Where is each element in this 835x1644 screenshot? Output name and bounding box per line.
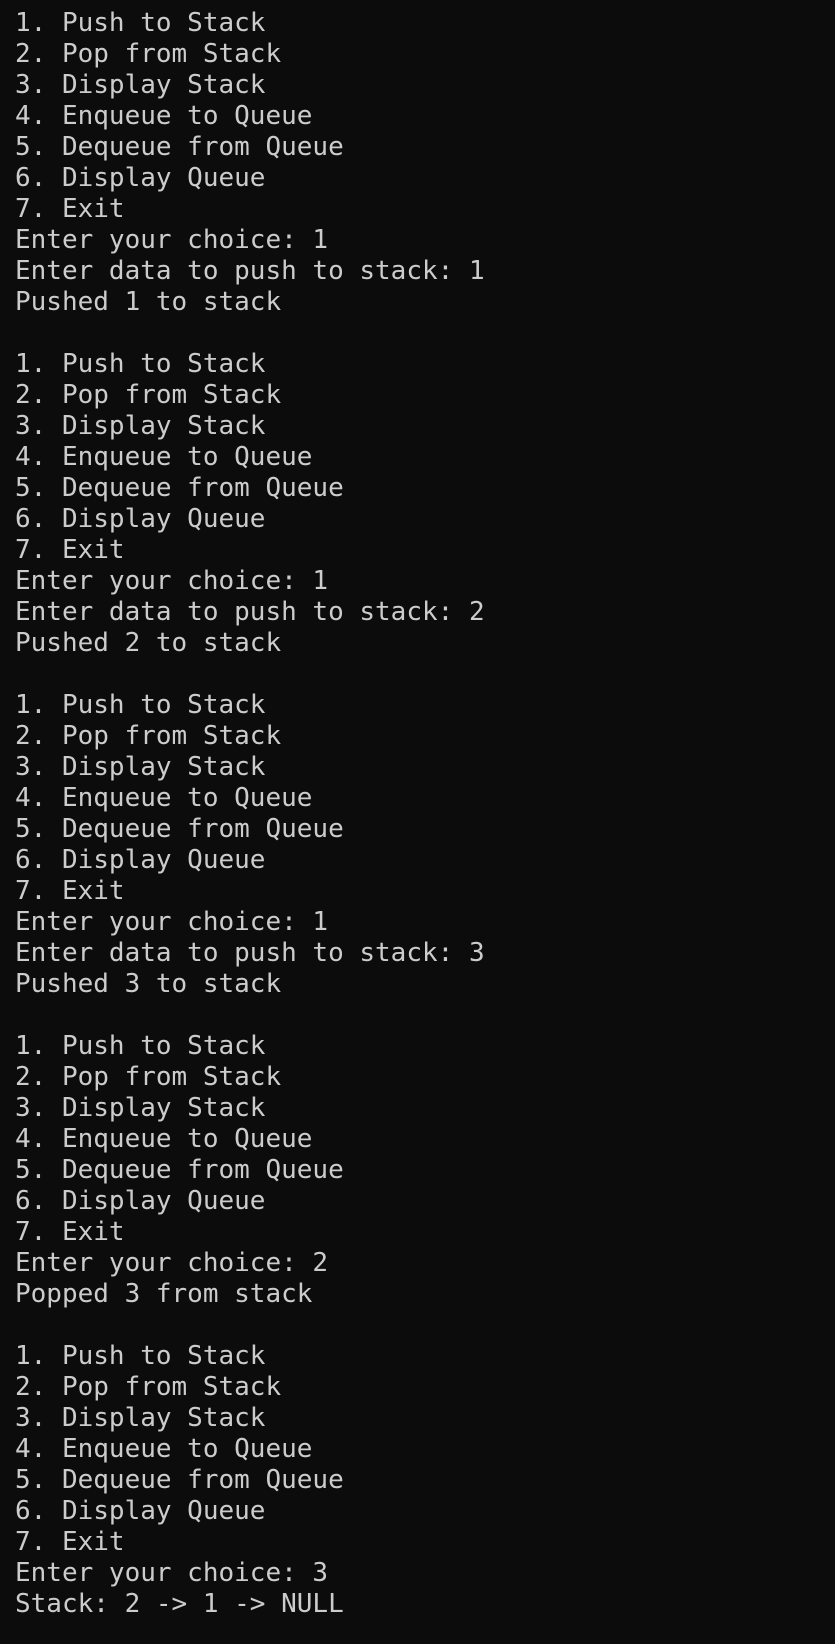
- terminal-line: Enter data to push to stack: 3: [15, 938, 485, 968]
- terminal-line: Enter your choice: 3: [15, 1558, 329, 1588]
- terminal-line: 7. Exit: [15, 1527, 125, 1557]
- terminal-line: 6. Display Queue: [15, 163, 266, 193]
- terminal-line: Enter your choice: 1: [15, 225, 329, 255]
- terminal-output: 1. Push to Stack 2. Pop from Stack 3. Disp…: [15, 8, 835, 1620]
- terminal-line: 3. Display Stack: [15, 1403, 266, 1433]
- terminal-line: Stack: 2 -> 1 -> NULL: [15, 1589, 344, 1619]
- terminal-line: 6. Display Queue: [15, 504, 266, 534]
- terminal-window[interactable]: 1. Push to Stack 2. Pop from Stack 3. Disp…: [0, 0, 835, 1644]
- terminal-line: 1. Push to Stack: [15, 1341, 266, 1371]
- terminal-line: 7. Exit: [15, 535, 125, 565]
- terminal-line: Pushed 1 to stack: [15, 287, 282, 317]
- terminal-line: Pushed 3 to stack: [15, 969, 282, 999]
- terminal-line: 4. Enqueue to Queue: [15, 783, 313, 813]
- terminal-line: Pushed 2 to stack: [15, 628, 282, 658]
- terminal-line: 1. Push to Stack: [15, 1031, 266, 1061]
- terminal-line: 4. Enqueue to Queue: [15, 101, 313, 131]
- terminal-line: Enter your choice: 1: [15, 566, 329, 596]
- terminal-line: 3. Display Stack: [15, 411, 266, 441]
- terminal-line: 1. Push to Stack: [15, 690, 266, 720]
- terminal-line: 5. Dequeue from Queue: [15, 1155, 344, 1185]
- terminal-line: 3. Display Stack: [15, 70, 266, 100]
- terminal-line: Enter your choice: 2: [15, 1248, 329, 1278]
- terminal-line: 5. Dequeue from Queue: [15, 1465, 344, 1495]
- terminal-line: Enter data to push to stack: 1: [15, 256, 485, 286]
- terminal-line: 3. Display Stack: [15, 752, 266, 782]
- terminal-line: Popped 3 from stack: [15, 1279, 313, 1309]
- terminal-line: 7. Exit: [15, 194, 125, 224]
- terminal-line: 4. Enqueue to Queue: [15, 1434, 313, 1464]
- terminal-line: 6. Display Queue: [15, 845, 266, 875]
- terminal-line: 6. Display Queue: [15, 1186, 266, 1216]
- terminal-line: 2. Pop from Stack: [15, 39, 282, 69]
- terminal-line: 1. Push to Stack: [15, 8, 266, 38]
- terminal-line: 1. Push to Stack: [15, 349, 266, 379]
- terminal-line: 5. Dequeue from Queue: [15, 473, 344, 503]
- terminal-line: 5. Dequeue from Queue: [15, 132, 344, 162]
- terminal-line: 2. Pop from Stack: [15, 380, 282, 410]
- terminal-line: 5. Dequeue from Queue: [15, 814, 344, 844]
- terminal-line: Enter your choice: 1: [15, 907, 329, 937]
- terminal-line: 2. Pop from Stack: [15, 1062, 282, 1092]
- terminal-line: 2. Pop from Stack: [15, 1372, 282, 1402]
- terminal-line: 3. Display Stack: [15, 1093, 266, 1123]
- terminal-line: 2. Pop from Stack: [15, 721, 282, 751]
- terminal-line: Enter data to push to stack: 2: [15, 597, 485, 627]
- terminal-line: 7. Exit: [15, 876, 125, 906]
- terminal-line: 4. Enqueue to Queue: [15, 442, 313, 472]
- terminal-line: 4. Enqueue to Queue: [15, 1124, 313, 1154]
- terminal-line: 6. Display Queue: [15, 1496, 266, 1526]
- terminal-line: 7. Exit: [15, 1217, 125, 1247]
